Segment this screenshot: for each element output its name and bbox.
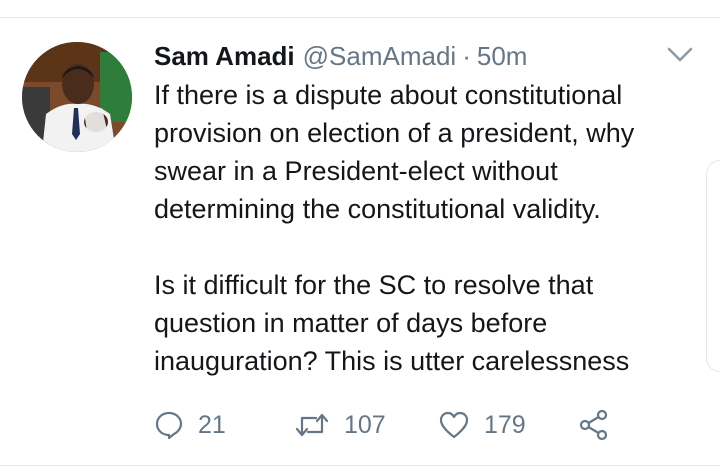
share-icon [578, 409, 610, 441]
chevron-down-icon[interactable] [666, 46, 694, 64]
reply-icon [154, 410, 184, 440]
retweet-count: 107 [344, 410, 386, 439]
reply-count: 21 [198, 410, 226, 439]
tweet-header: Sam Amadi @SamAmadi · 50m [154, 38, 527, 74]
tweet-paragraph-1: If there is a dispute about constitution… [154, 80, 635, 224]
author-handle[interactable]: @SamAmadi [303, 41, 457, 72]
retweet-button[interactable]: 107 [294, 404, 386, 446]
like-button[interactable]: 179 [438, 404, 526, 446]
reply-button[interactable]: 21 [154, 404, 226, 446]
bottom-divider [0, 465, 720, 466]
tweet-time[interactable]: 50m [477, 41, 528, 72]
share-button[interactable] [578, 404, 610, 446]
top-divider [0, 17, 720, 18]
separator-dot: · [462, 40, 471, 71]
tweet-actions: 21 107 179 [154, 404, 634, 446]
heart-icon [438, 410, 470, 440]
tweet-text: If there is a dispute about constitution… [154, 76, 699, 380]
retweet-icon [294, 410, 330, 440]
like-count: 179 [484, 410, 526, 439]
adjacent-card-edge [706, 160, 720, 372]
author-name[interactable]: Sam Amadi [154, 41, 295, 72]
avatar[interactable] [22, 42, 132, 152]
tweet-paragraph-2: Is it difficult for the SC to resolve th… [154, 270, 630, 376]
